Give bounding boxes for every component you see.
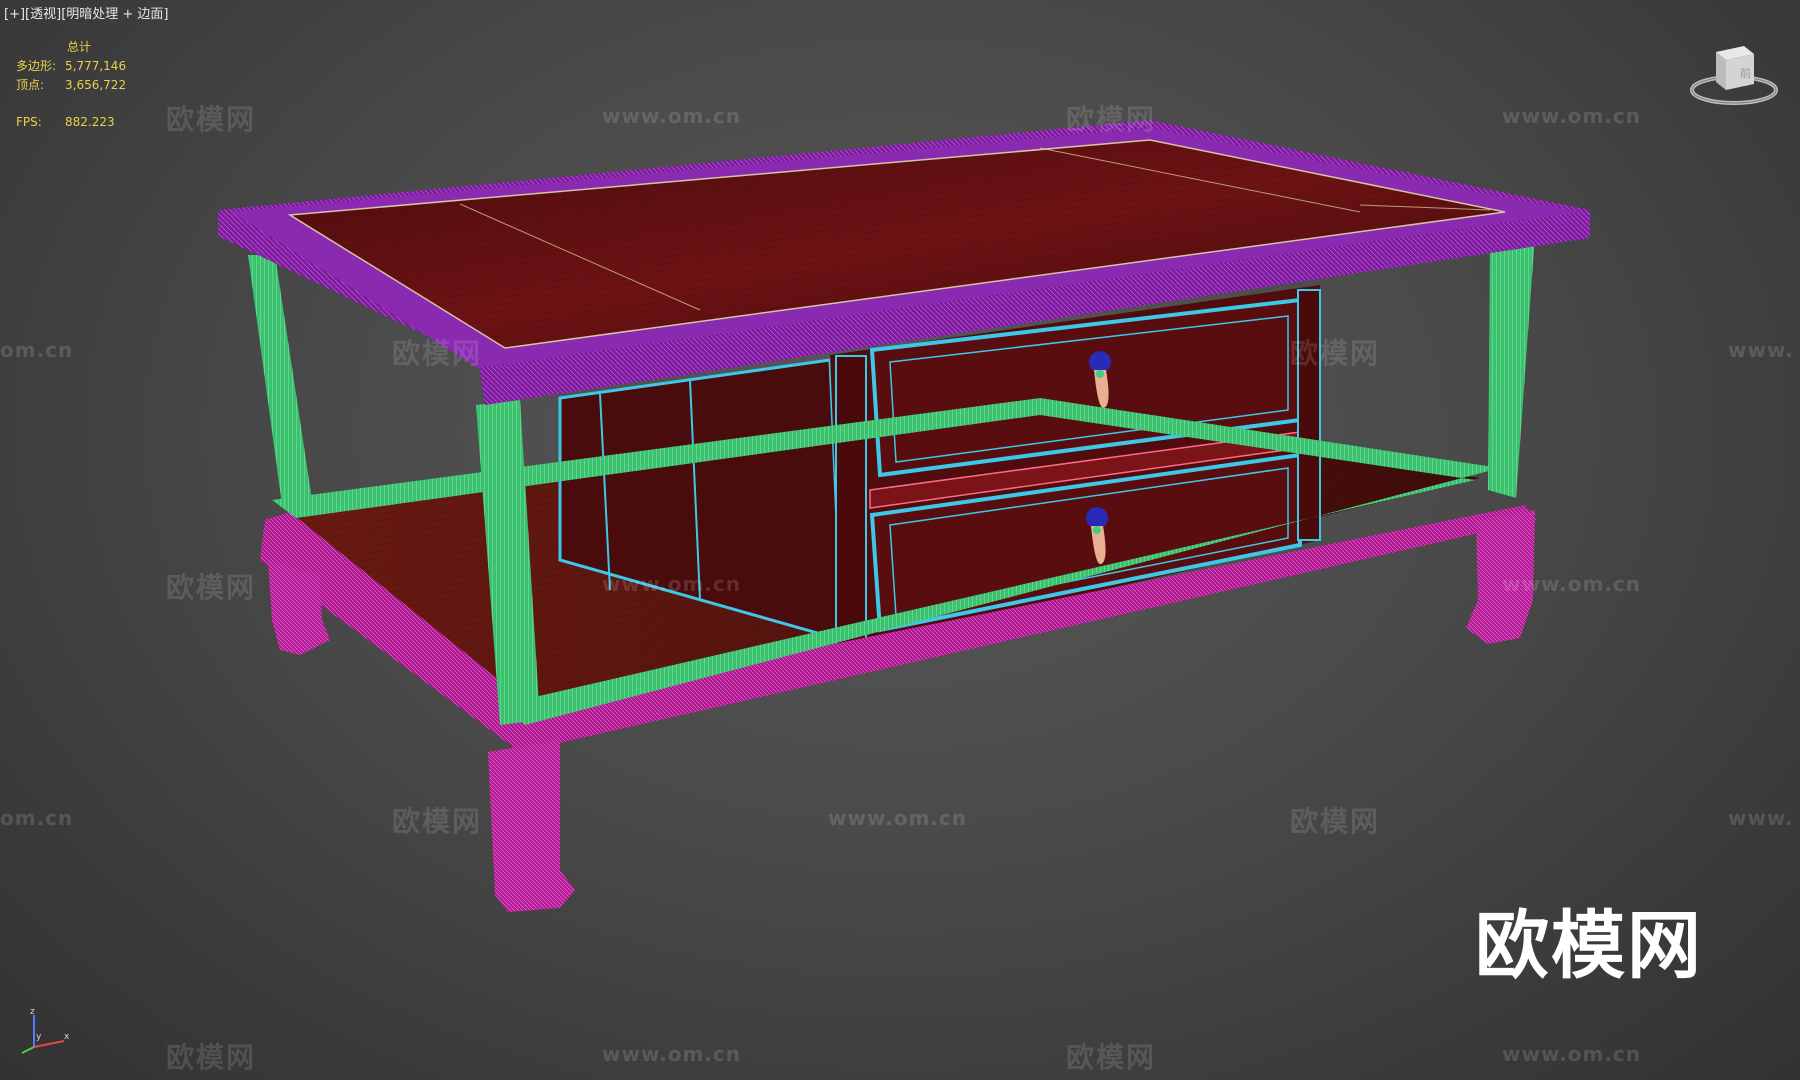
watermark-logo: 欧模网: [392, 805, 483, 838]
watermark-url: www.om.cn: [1502, 104, 1642, 128]
watermark-logo: 欧模网: [1066, 103, 1157, 136]
stats-fps-row: FPS: 882.223: [16, 113, 126, 132]
svg-text:z: z: [30, 1007, 35, 1017]
watermark-url: www.om.cn: [602, 1042, 742, 1066]
stats-verts-row: 顶点: 3,656,722: [16, 76, 126, 95]
fps-label: FPS:: [16, 115, 42, 129]
viewport-menu-button[interactable]: [+]: [4, 7, 25, 22]
brand-logo: 欧模网: [1475, 903, 1703, 989]
watermark-logo: 欧模网: [1066, 1041, 1157, 1074]
watermark-logo: 欧模网: [166, 103, 257, 136]
stats-overlay: 总计 多边形: 5,777,146 顶点: 3,656,722 FPS: 882…: [16, 38, 126, 132]
viewport-label: [+][透视][明暗处理 + 边面]: [4, 3, 169, 22]
verts-value: 3,656,722: [65, 78, 127, 92]
watermark-url: www.: [1728, 806, 1794, 830]
stats-header: 总计: [67, 40, 92, 54]
watermark-logo: 欧模网: [166, 1041, 257, 1074]
watermark-url: www.om.cn: [602, 572, 742, 596]
watermark-logo: 欧模网: [1290, 805, 1381, 838]
watermark-logo: 欧模网: [392, 337, 483, 370]
svg-text:y: y: [36, 1032, 42, 1042]
viewcube-icon[interactable]: 前: [1688, 40, 1780, 112]
watermark-url: www.om.cn: [1502, 572, 1642, 596]
verts-label: 顶点:: [16, 78, 45, 92]
axis-tripod-icon: z x y: [21, 1007, 70, 1054]
polys-value: 5,777,146: [65, 59, 127, 73]
svg-text:x: x: [64, 1032, 70, 1042]
watermark-url: om.cn: [0, 806, 74, 830]
stats-polys-row: 多边形: 5,777,146: [16, 57, 126, 76]
fps-value: 882.223: [65, 115, 115, 129]
polys-label: 多边形:: [16, 59, 57, 73]
svg-text:前: 前: [1740, 66, 1751, 80]
watermark-url: www.: [1728, 338, 1794, 362]
watermark-logo: 欧模网: [1290, 337, 1381, 370]
watermark-url: www.om.cn: [1502, 1042, 1642, 1066]
view-mode-button[interactable]: [透视]: [25, 7, 61, 22]
watermark-url: www.om.cn: [828, 806, 968, 830]
shading-mode-button[interactable]: [明暗处理 + 边面]: [61, 7, 168, 22]
watermark-url: om.cn: [0, 338, 74, 362]
perspective-viewport[interactable]: 欧模网 www.om.cn 欧模网 www.om.cn om.cn 欧模网 欧模…: [0, 0, 1800, 1080]
watermark-url: www.om.cn: [602, 104, 742, 128]
watermark-logo: 欧模网: [166, 571, 257, 604]
